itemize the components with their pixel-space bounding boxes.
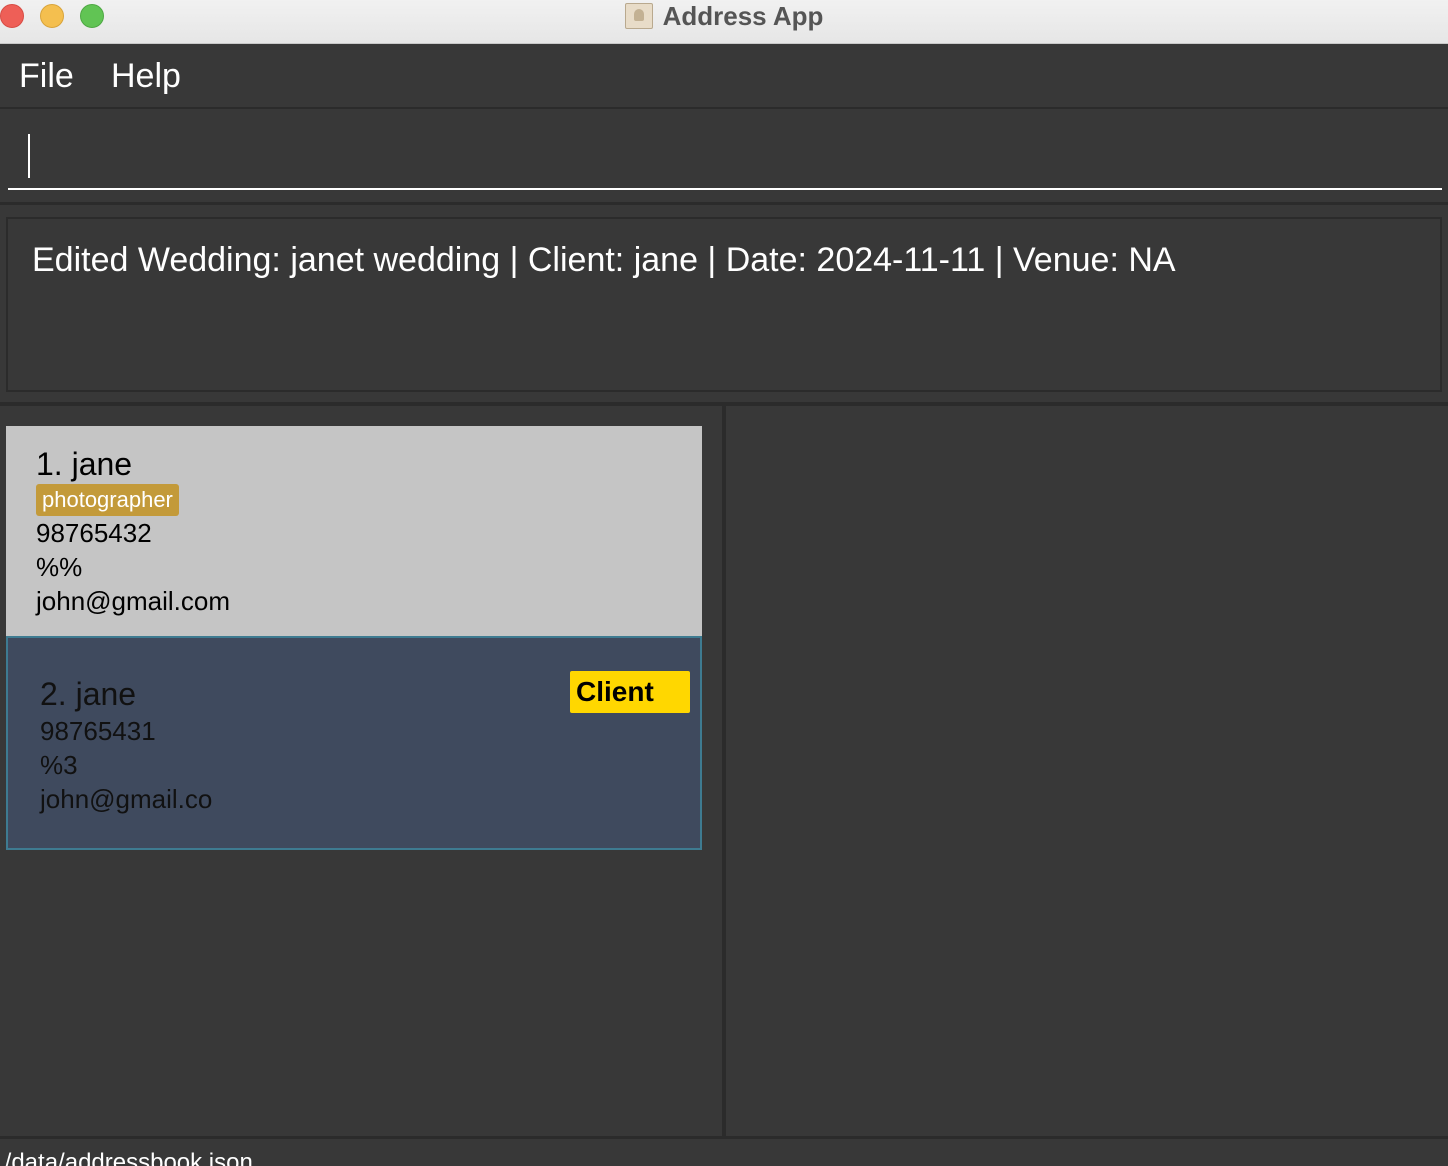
person-email: john@gmail.com bbox=[36, 586, 231, 616]
window-title-wrap: Address App bbox=[0, 0, 1448, 32]
address-book-icon bbox=[624, 3, 653, 29]
person-phone: 98765432 bbox=[36, 518, 152, 548]
menu-bar: File Help bbox=[0, 45, 1448, 109]
person-card[interactable]: 2. jane Client 98765431 %3 john@gmail.co bbox=[6, 636, 702, 850]
result-message: Edited Wedding: janet wedding | Client: … bbox=[32, 241, 1176, 279]
person-name: 2. jane bbox=[40, 676, 137, 712]
person-email: john@gmail.co bbox=[40, 784, 213, 814]
result-display: Edited Wedding: janet wedding | Client: … bbox=[6, 217, 1442, 392]
person-name: 1. jane bbox=[36, 446, 133, 482]
command-input[interactable] bbox=[8, 122, 1442, 190]
menu-file[interactable]: File bbox=[19, 57, 74, 96]
command-box bbox=[0, 110, 1448, 205]
detail-panel bbox=[726, 406, 1448, 1136]
role-tag: photographer bbox=[36, 484, 179, 516]
person-address: %% bbox=[36, 552, 83, 582]
person-card[interactable]: 1. jane photographer 98765432 %% john@gm… bbox=[6, 426, 702, 636]
text-caret bbox=[28, 134, 30, 178]
save-file-path: ./data/addressbook.json bbox=[0, 1149, 253, 1166]
status-bar: ./data/addressbook.json bbox=[0, 1136, 1448, 1166]
person-phone: 98765431 bbox=[40, 716, 156, 746]
client-badge: Client bbox=[570, 671, 690, 713]
menu-help[interactable]: Help bbox=[111, 57, 181, 96]
title-bar: Address App bbox=[0, 0, 1448, 44]
window-title: Address App bbox=[662, 0, 824, 31]
person-address: %3 bbox=[40, 750, 78, 780]
